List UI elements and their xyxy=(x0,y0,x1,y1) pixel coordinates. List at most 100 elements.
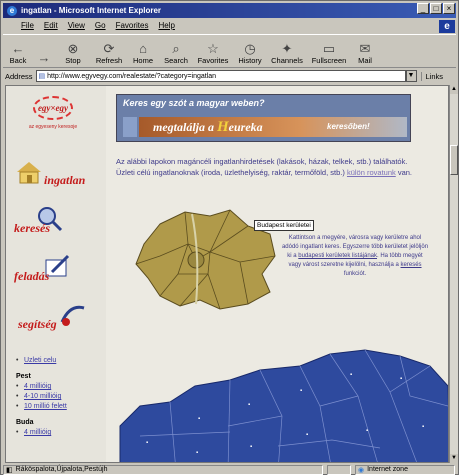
status-bar: ◧ Ráköspalota,Újpalota,Pestújh ◉ Internet … xyxy=(3,464,456,475)
search-link[interactable]: keresés xyxy=(401,262,422,268)
channels-button[interactable]: ✦ Channels xyxy=(267,35,307,66)
close-button[interactable]: × xyxy=(443,3,455,14)
nav-feladas-label: feladás xyxy=(14,269,50,283)
svg-text:▪: ▪ xyxy=(350,372,352,378)
hungary-county-map[interactable]: ▪ ▪ ▪ ▪ ▪ ▪ ▪ ▪ ▪ ▪ ▪ xyxy=(110,336,449,463)
intro-paragraph: Az alábbi lapokon magáncéli ingatlanhird… xyxy=(116,157,413,177)
forward-button[interactable]: → xyxy=(33,35,55,65)
link-group-heading: Buda xyxy=(16,419,34,426)
stop-button[interactable]: ⊗ Stop xyxy=(55,35,91,66)
category-link[interactable]: Uzleti celu xyxy=(16,356,104,366)
toolbar-label: Channels xyxy=(271,56,303,65)
vertical-scrollbar[interactable]: ▲ ▼ xyxy=(449,85,458,463)
svg-text:▪: ▪ xyxy=(196,450,198,456)
district-list-link[interactable]: budapesti kerületek listájának xyxy=(298,253,377,259)
toolbar-label: Refresh xyxy=(95,56,123,65)
svg-text:▪: ▪ xyxy=(306,432,308,438)
toolbar-label: History xyxy=(238,56,262,65)
address-input[interactable]: ▤ http://www.egyvegy.com/realestate/?cat… xyxy=(35,70,406,82)
logo-text: egy×egy xyxy=(33,96,73,120)
status-page-icon: ◧ xyxy=(6,466,13,474)
svg-text:▪: ▪ xyxy=(366,428,368,434)
address-label: Address xyxy=(5,71,33,81)
svg-text:▪: ▪ xyxy=(400,376,402,382)
ie-logo-icon: e xyxy=(439,20,455,33)
scroll-down-arrow-icon[interactable]: ▼ xyxy=(450,454,458,463)
address-dropdown-button[interactable]: ▼ xyxy=(405,70,417,82)
back-arrow-icon: ← xyxy=(11,41,25,56)
scroll-thumb[interactable] xyxy=(450,145,458,175)
svg-text:▪: ▪ xyxy=(146,440,148,446)
address-value: http://www.egyvegy.com/realestate/?categ… xyxy=(47,72,217,80)
ie-window-icon: e xyxy=(7,5,17,16)
menu-favorites[interactable]: Favorites xyxy=(116,21,149,30)
help-icon xyxy=(60,305,85,326)
map-instructions: Kattintson a megyére, városra vagy kerül… xyxy=(281,235,429,277)
nav-ingatlan[interactable]: ingatlan xyxy=(14,156,104,192)
search-icon: ⌕ xyxy=(172,41,180,56)
history-button[interactable]: ◷ History xyxy=(233,35,267,66)
business-link[interactable]: külön rovatunk xyxy=(347,168,396,177)
nav-feladas[interactable]: feladás xyxy=(14,252,104,288)
svg-text:▪: ▪ xyxy=(198,416,200,422)
category-link[interactable]: 4 millióig xyxy=(16,382,104,392)
category-link[interactable]: 10 millió felett xyxy=(16,402,104,412)
scroll-up-arrow-icon[interactable]: ▲ xyxy=(450,85,458,94)
category-link[interactable]: 4 millióig xyxy=(16,428,104,438)
stop-icon: ⊗ xyxy=(67,41,79,56)
toolbar-label: Back xyxy=(9,56,27,65)
nav-ingatlan-label: ingatlan xyxy=(44,173,86,187)
menu-go[interactable]: Go xyxy=(95,21,106,30)
menu-help[interactable]: Help xyxy=(158,21,174,30)
status-zone-cell: ◉ Internet zone xyxy=(355,464,455,475)
nav-segitseg[interactable]: segítség xyxy=(14,300,104,336)
banner-ornament xyxy=(123,117,137,137)
favorites-button[interactable]: ☆ Favorites xyxy=(193,35,233,66)
menu-file[interactable]: File xyxy=(21,21,34,30)
home-button[interactable]: ⌂ Home xyxy=(127,35,159,66)
menu-view[interactable]: View xyxy=(68,21,85,30)
banner-suffix: keresőben! xyxy=(327,122,370,131)
svg-text:▪: ▪ xyxy=(300,388,302,394)
history-icon: ◷ xyxy=(244,41,256,56)
minimize-button[interactable]: _ xyxy=(417,3,429,14)
toolbar-label: Favorites xyxy=(197,56,229,65)
title-bar: e ingatlan - Microsoft Internet Explorer xyxy=(3,3,456,18)
status-text-cell: ◧ Ráköspalota,Újpalota,Pestújh xyxy=(3,464,323,475)
channels-icon: ✦ xyxy=(281,41,293,56)
budapest-districts-button[interactable]: Budapest kerületei xyxy=(254,220,314,231)
toolbar-label: Stop xyxy=(65,56,81,65)
toolbar-label: Home xyxy=(132,56,153,65)
page-content: egy×egy az egyeseny keresoje ingatlan ke… xyxy=(5,85,449,463)
favorites-icon: ☆ xyxy=(207,41,219,56)
zone-text: Internet zone xyxy=(367,466,408,473)
maximize-button[interactable]: □ xyxy=(430,3,442,14)
toolbar-label: Fullscreen xyxy=(311,56,347,65)
category-link[interactable]: 4-10 millióig xyxy=(16,392,104,402)
window-title: ingatlan - Microsoft Internet Explorer xyxy=(21,6,162,15)
nav-segitseg-label: segítség xyxy=(18,317,57,331)
links-button[interactable]: Links xyxy=(420,71,443,81)
fullscreen-button[interactable]: ▭ Fullscreen xyxy=(307,35,351,66)
search-button[interactable]: ⌕ Search xyxy=(159,35,193,66)
banner-headline: megtalálja a Heureka xyxy=(153,119,263,135)
logo-subtitle: az egyeseny keresoje xyxy=(28,124,78,130)
refresh-icon: ⟳ xyxy=(103,41,115,56)
nav-kereses-label: keresés xyxy=(14,221,50,235)
heureka-banner[interactable]: Keres egy szót a magyar weben? megtalálj… xyxy=(116,94,411,142)
menu-edit[interactable]: Edit xyxy=(44,21,58,30)
toolbar-label: Mail xyxy=(358,56,372,65)
mail-button[interactable]: ✉ Mail xyxy=(351,35,379,66)
refresh-button[interactable]: ⟳ Refresh xyxy=(91,35,127,66)
back-button[interactable]: ← Back xyxy=(3,35,33,66)
sidebar: egy×egy az egyeseny keresoje ingatlan ke… xyxy=(6,86,106,462)
nav-kereses[interactable]: keresés xyxy=(14,204,104,240)
svg-text:▪: ▪ xyxy=(248,402,250,408)
home-icon: ⌂ xyxy=(139,41,147,56)
internet-zone-icon: ◉ xyxy=(358,466,365,474)
hungary-outline[interactable] xyxy=(119,349,449,463)
category-links: Uzleti celuPest4 millióig4-10 millióig10… xyxy=(16,356,104,438)
browser-window: e ingatlan - Microsoft Internet Explorer… xyxy=(0,0,459,475)
site-logo[interactable]: egy×egy az egyeseny keresoje xyxy=(24,96,82,144)
status-blank-cell xyxy=(327,464,351,475)
